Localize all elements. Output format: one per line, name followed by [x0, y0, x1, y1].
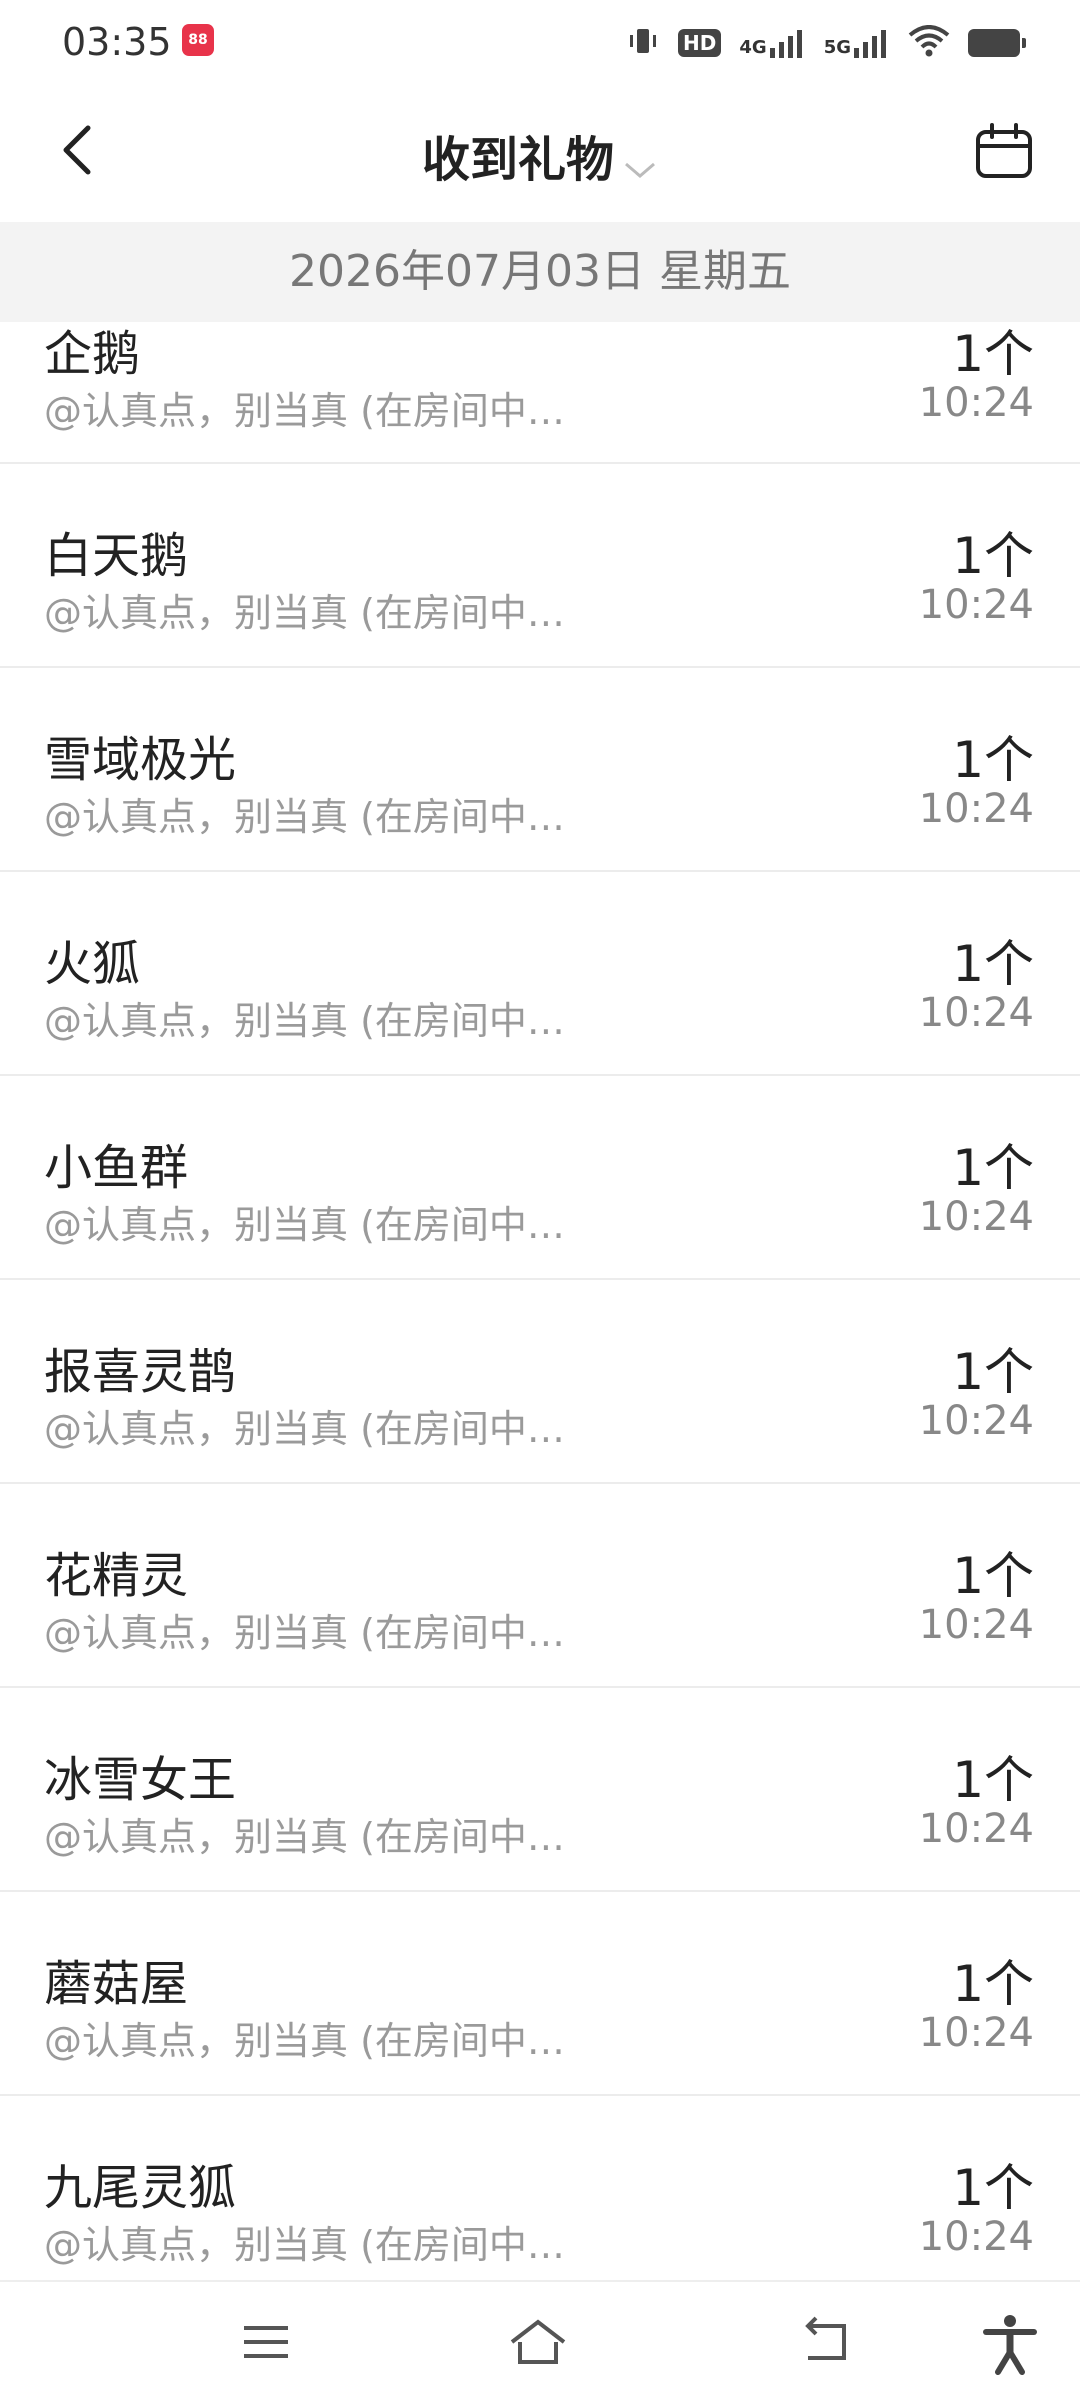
- gift-sender: @认真点，别当真 (在房间中…: [44, 2019, 565, 2063]
- back-nav-button[interactable]: [796, 2312, 866, 2382]
- wifi-icon: [908, 25, 950, 61]
- gift-name: 雪域极光: [44, 732, 237, 788]
- gift-sender: @认真点，别当真 (在房间中…: [44, 591, 565, 635]
- home-icon: [510, 2319, 566, 2364]
- accessibility-icon: [983, 2315, 1037, 2375]
- gift-list[interactable]: 企鹅 @认真点，别当真 (在房间中… 1个 10:24 白天鹅 @认真点，别当真 (在房间…: [0, 322, 1080, 2282]
- gift-quantity: 1个: [952, 527, 1034, 585]
- gift-quantity: 1个: [952, 1547, 1034, 1605]
- gift-time: 10:24: [918, 582, 1034, 628]
- gift-name: 花精灵: [44, 1548, 189, 1604]
- gift-time: 10:24: [918, 2010, 1034, 2056]
- gift-quantity: 1个: [952, 1751, 1034, 1809]
- hd-icon: HD: [678, 29, 722, 57]
- gift-sender: @认真点，别当真 (在房间中…: [44, 1407, 565, 1451]
- calendar-icon: [976, 123, 1032, 178]
- gift-sender: @认真点，别当真 (在房间中…: [44, 999, 565, 1043]
- page-title: 收到礼物: [421, 132, 614, 188]
- gift-row[interactable]: 企鹅 @认真点，别当真 (在房间中… 1个 10:24: [0, 322, 1080, 464]
- gift-row[interactable]: 报喜灵鹊 @认真点，别当真 (在房间中… 1个 10:24: [0, 1280, 1080, 1484]
- gift-quantity: 1个: [952, 2159, 1034, 2217]
- gift-name: 火狐: [44, 936, 141, 992]
- home-button[interactable]: [506, 2312, 576, 2382]
- gift-name: 小鱼群: [44, 1140, 189, 1196]
- gift-time: 10:24: [918, 1398, 1034, 1444]
- gift-time: 10:24: [918, 2214, 1034, 2260]
- signal-4g-icon: 4G: [739, 28, 805, 58]
- gift-quantity: 1个: [952, 935, 1034, 993]
- gift-sender: @认真点，别当真 (在房间中…: [44, 389, 565, 433]
- system-nav-bar: [0, 2280, 1080, 2408]
- gift-row[interactable]: 火狐 @认真点，别当真 (在房间中… 1个 10:24: [0, 872, 1080, 1076]
- status-time: 03:35: [62, 20, 172, 64]
- gift-quantity: 1个: [952, 1955, 1034, 2013]
- gift-sender: @认真点，别当真 (在房间中…: [44, 2223, 565, 2267]
- gift-row[interactable]: 九尾灵狐 @认真点，别当真 (在房间中… 1个 10:24: [0, 2096, 1080, 2282]
- gift-time: 10:24: [918, 380, 1034, 426]
- status-icons: HD 4G 5G: [626, 22, 1026, 64]
- gift-sender: @认真点，别当真 (在房间中…: [44, 1815, 565, 1859]
- gift-quantity: 1个: [952, 1343, 1034, 1401]
- chevron-down-icon: [622, 158, 658, 186]
- title-dropdown[interactable]: 收到礼物: [0, 120, 1080, 190]
- menu-icon: [244, 2326, 288, 2358]
- app-notification-icon: 88: [182, 24, 214, 56]
- gift-row[interactable]: 蘑菇屋 @认真点，别当真 (在房间中… 1个 10:24: [0, 1892, 1080, 2096]
- gift-time: 10:24: [918, 1194, 1034, 1240]
- gift-quantity: 1个: [952, 731, 1034, 789]
- gift-row[interactable]: 花精灵 @认真点，别当真 (在房间中… 1个 10:24: [0, 1484, 1080, 1688]
- accessibility-button[interactable]: [980, 2312, 1050, 2382]
- gift-quantity: 1个: [952, 325, 1034, 383]
- gift-time: 10:24: [918, 786, 1034, 832]
- gift-row[interactable]: 小鱼群 @认真点，别当真 (在房间中… 1个 10:24: [0, 1076, 1080, 1280]
- signal-5g-icon: 5G: [824, 28, 890, 58]
- gift-quantity: 1个: [952, 1139, 1034, 1197]
- back-icon: [805, 2316, 846, 2360]
- gift-row[interactable]: 雪域极光 @认真点，别当真 (在房间中… 1个 10:24: [0, 668, 1080, 872]
- gift-name: 企鹅: [44, 326, 141, 382]
- calendar-button[interactable]: [972, 120, 1036, 184]
- gift-time: 10:24: [918, 1602, 1034, 1648]
- date-header: 2026年07月03日 星期五: [0, 222, 1080, 322]
- gift-name: 白天鹅: [44, 528, 189, 584]
- gift-name: 冰雪女王: [44, 1752, 237, 1808]
- menu-button[interactable]: [236, 2312, 306, 2382]
- gift-name: 九尾灵狐: [44, 2160, 237, 2216]
- gift-row[interactable]: 冰雪女王 @认真点，别当真 (在房间中… 1个 10:24: [0, 1688, 1080, 1892]
- gift-sender: @认真点，别当真 (在房间中…: [44, 1611, 565, 1655]
- app-header: 收到礼物: [0, 90, 1080, 220]
- gift-row[interactable]: 白天鹅 @认真点，别当真 (在房间中… 1个 10:24: [0, 464, 1080, 668]
- vibrate-icon: [626, 24, 660, 62]
- gift-name: 蘑菇屋: [44, 1956, 189, 2012]
- gift-sender: @认真点，别当真 (在房间中…: [44, 1203, 565, 1247]
- gift-time: 10:24: [918, 990, 1034, 1036]
- gift-name: 报喜灵鹊: [44, 1344, 237, 1400]
- status-bar: 03:35 88 HD 4G 5G: [0, 0, 1080, 90]
- gift-sender: @认真点，别当真 (在房间中…: [44, 795, 565, 839]
- gift-time: 10:24: [918, 1806, 1034, 1852]
- battery-icon: [968, 29, 1026, 57]
